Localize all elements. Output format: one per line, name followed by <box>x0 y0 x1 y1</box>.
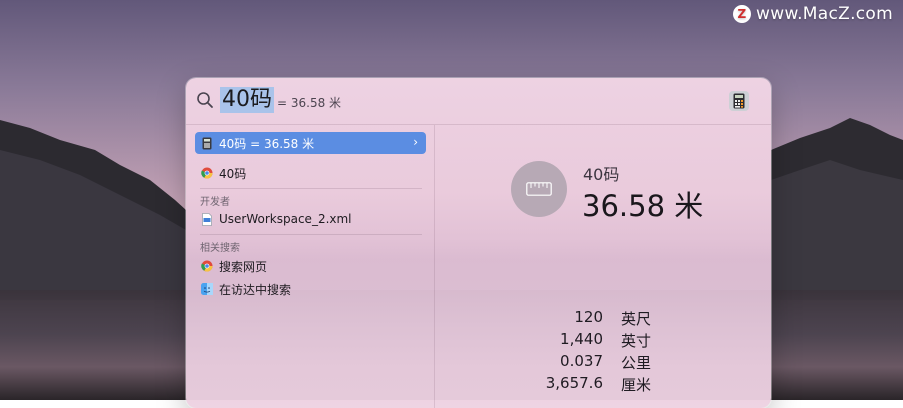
result-item-label: UserWorkspace_2.xml <box>219 212 352 226</box>
section-header-developer: 开发者 <box>200 197 230 208</box>
result-item-label: 在访达中搜索 <box>219 282 292 297</box>
divider <box>200 234 422 235</box>
conversion-value: 120 <box>574 308 603 326</box>
result-item-search-finder[interactable]: 在访达中搜索 <box>195 278 426 300</box>
result-item-web[interactable]: 40码 <box>195 162 426 184</box>
chrome-icon <box>200 260 213 273</box>
preview-pane: 40码 36.58 米 120 英尺 1,440 英寸 0.037 公里 3,6… <box>435 125 771 408</box>
divider <box>200 188 422 189</box>
result-item-label: 40码 = 36.58 米 <box>219 136 315 151</box>
watermark: Z www.MacZ.com <box>733 4 893 24</box>
search-bar[interactable]: 40码 = 36.58 米 <box>186 78 771 125</box>
conversion-value: 0.037 <box>560 352 603 370</box>
calculator-app-button[interactable] <box>729 91 749 111</box>
conversion-value: 3,657.6 <box>545 374 603 392</box>
ruler-icon <box>511 161 567 217</box>
search-input[interactable]: 40码 <box>220 87 274 113</box>
result-item-label: 搜索网页 <box>219 259 268 274</box>
calculator-icon <box>733 93 745 109</box>
conversion-result: 36.58 米 <box>582 189 704 223</box>
conversion-source: 40码 <box>583 165 620 184</box>
result-item-xml-file[interactable]: UserWorkspace_2.xml <box>195 208 426 230</box>
magnifier-icon <box>197 92 213 108</box>
calculator-icon <box>200 137 213 150</box>
result-item-search-web[interactable]: 搜索网页 <box>195 255 426 277</box>
chrome-icon <box>200 167 213 180</box>
spotlight-window: 40码 = 36.58 米 40码 = 36.58 米 › 40码 开发者 Us… <box>186 78 771 408</box>
section-header-related: 相关搜索 <box>200 243 240 254</box>
finder-icon <box>200 283 213 296</box>
chevron-right-icon: › <box>413 135 418 149</box>
xml-file-icon <box>200 212 213 226</box>
inline-result: = 36.58 米 <box>277 96 342 110</box>
conversion-row: 3,657.6 厘米 <box>435 374 655 396</box>
conversion-row: 0.037 公里 <box>435 352 655 374</box>
result-item-label: 40码 <box>219 166 247 181</box>
conversion-row: 120 英尺 <box>435 308 655 330</box>
conversion-unit: 英寸 <box>621 332 652 350</box>
conversion-value: 1,440 <box>560 330 603 348</box>
conversion-unit: 公里 <box>621 354 652 372</box>
macz-logo-icon: Z <box>733 5 752 23</box>
results-list: 40码 = 36.58 米 › 40码 开发者 UserWorkspace_2.… <box>186 125 435 408</box>
watermark-text: www.MacZ.com <box>756 4 893 24</box>
result-item-conversion[interactable]: 40码 = 36.58 米 › <box>195 132 426 154</box>
conversion-unit: 厘米 <box>621 376 652 394</box>
conversion-unit: 英尺 <box>621 310 652 328</box>
conversion-row: 1,440 英寸 <box>435 330 655 352</box>
